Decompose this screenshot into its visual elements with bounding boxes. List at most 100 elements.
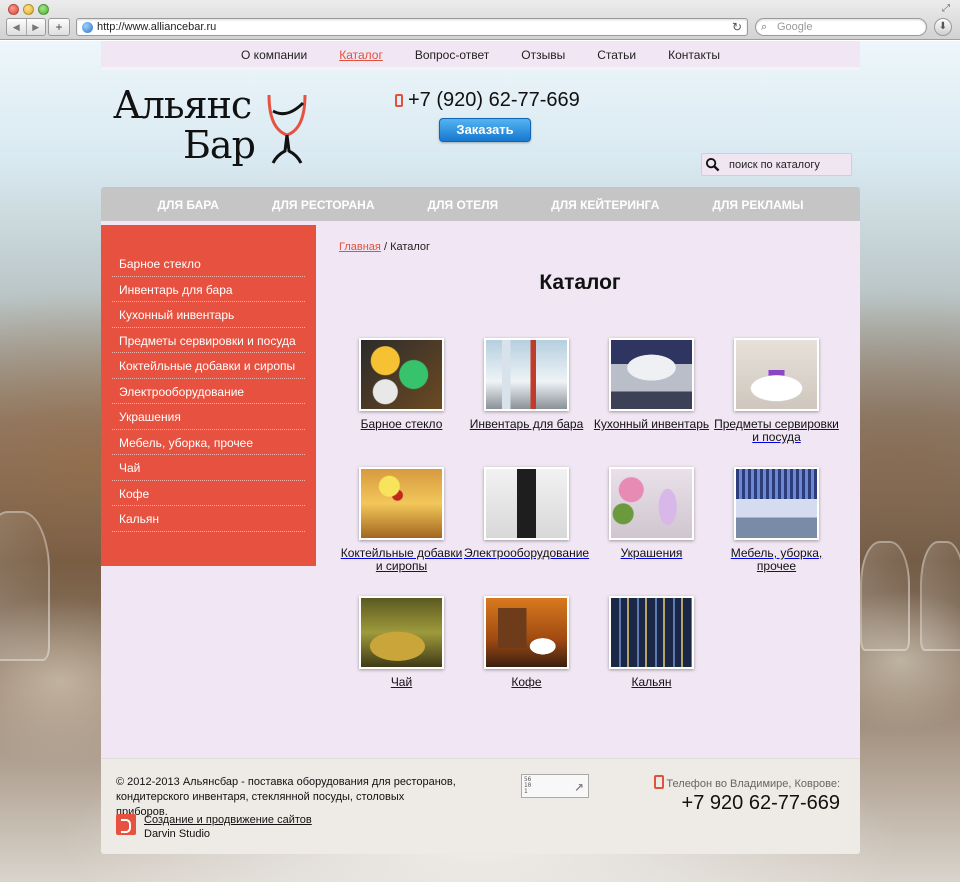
page-viewport: О компании Каталог Вопрос-ответ Отзывы С…	[0, 41, 960, 882]
catalog-tile[interactable]: Кухонный инвентарь	[589, 338, 714, 431]
breadcrumb: Главная / Каталог	[339, 241, 430, 253]
category-catering-item[interactable]: ДЛЯ КЕЙТЕРИНГА	[551, 187, 659, 221]
sidebar-item-coffee[interactable]: Кофе	[112, 481, 305, 506]
catalog-tile-caption: Чай	[390, 675, 413, 689]
decor-photo[interactable]	[609, 467, 694, 540]
search-icon[interactable]	[705, 157, 720, 172]
category-ads-item[interactable]: ДЛЯ РЕКЛАМЫ	[712, 187, 803, 221]
topnav-faq[interactable]: Вопрос-ответ	[399, 41, 505, 67]
logo-text-line2: Бар	[183, 123, 256, 167]
background-glass	[920, 541, 960, 651]
url-text[interactable]: http://www.alliancebar.ru	[97, 21, 216, 33]
header-phone-number[interactable]: +7 (920) 62-77-669	[408, 89, 580, 112]
darvin-studio-logo-icon[interactable]	[116, 814, 136, 835]
bar-tools-photo[interactable]	[484, 338, 569, 411]
cookware-photo[interactable]	[609, 338, 694, 411]
sidebar-menu: Барное стекло Инвентарь для бара Кухонны…	[101, 225, 316, 566]
browser-search-field[interactable]: ⌕ Google	[755, 18, 927, 36]
topnav-catalog[interactable]: Каталог	[323, 41, 399, 67]
catalog-tile-caption: Украшения	[620, 546, 683, 560]
furniture-photo[interactable]	[734, 467, 819, 540]
catalog-tile[interactable]: Мебель, уборка, прочее	[714, 467, 839, 573]
catalog-tile[interactable]: Украшения	[589, 467, 714, 560]
catalog-tile-caption: Электрооборудование	[464, 546, 590, 560]
sidebar-item-electrical[interactable]: Электрооборудование	[112, 379, 305, 404]
close-window-icon[interactable]	[8, 4, 19, 15]
forward-icon[interactable]: ▶	[27, 19, 46, 35]
hookah-photo[interactable]	[609, 596, 694, 669]
background-glass	[0, 511, 50, 661]
background-glass	[860, 541, 910, 651]
category-bar: ДЛЯ БАРА ДЛЯ РЕСТОРАНА ДЛЯ ОТЕЛЯ ДЛЯ КЕЙ…	[101, 187, 860, 221]
sidebar-item-furniture[interactable]: Мебель, уборка, прочее	[112, 430, 305, 455]
fullscreen-icon[interactable]: ⤢	[940, 3, 952, 15]
catalog-tile[interactable]: Кальян	[589, 596, 714, 689]
search-icon: ⌕	[761, 21, 768, 33]
catalog-main: Главная / Каталог Каталог Барное стекло …	[316, 221, 860, 758]
catalog-tile[interactable]: Электрооборудование	[464, 467, 589, 560]
category-bar-item[interactable]: ДЛЯ БАРА	[158, 187, 219, 221]
breadcrumb-current: Каталог	[390, 241, 431, 253]
browser-toolbar: ⤢ ◀ ▶ + http://www.alliancebar.ru ↻ ⌕ Go…	[0, 0, 960, 40]
breadcrumb-separator: /	[383, 241, 387, 253]
catalog-tile[interactable]: Предметы сервировки и посуда	[714, 338, 839, 444]
catalog-search[interactable]: поиск по каталогу	[701, 153, 852, 176]
topnav-reviews[interactable]: Отзывы	[505, 41, 581, 67]
arrow-icon: ↗	[574, 776, 584, 795]
catalog-tile[interactable]: Чай	[339, 596, 464, 689]
catalog-tile-caption: Кальян	[631, 675, 672, 689]
catalog-tile[interactable]: Барное стекло	[339, 338, 464, 431]
new-tab-button[interactable]: +	[48, 18, 70, 36]
sidebar-item-tea[interactable]: Чай	[112, 455, 305, 481]
catalog-tile-caption: Барное стекло	[360, 417, 443, 431]
blender-photo[interactable]	[484, 467, 569, 540]
footer-phone-number[interactable]: +7 920 62-77-669	[654, 792, 840, 815]
catalog-tile-caption: Коктейльные добавки и сиропы	[340, 546, 463, 573]
order-button[interactable]: Заказать	[439, 118, 531, 142]
catalog-tile-caption: Мебель, уборка, прочее	[730, 546, 823, 573]
visit-counter-text: 56 10 1	[524, 776, 532, 795]
page-title: Каталог	[539, 271, 621, 294]
topnav-articles[interactable]: Статьи	[581, 41, 652, 67]
sidebar-item-bar-glass[interactable]: Барное стекло	[112, 251, 305, 277]
tea-photo[interactable]	[359, 596, 444, 669]
reload-icon[interactable]: ↻	[732, 20, 742, 34]
globe-icon	[82, 22, 93, 33]
back-icon[interactable]: ◀	[7, 19, 27, 35]
catalog-tile[interactable]: Коктейльные добавки и сиропы	[339, 467, 464, 573]
studio-name: Darvin Studio	[144, 828, 211, 840]
browser-search-placeholder: Google	[777, 21, 813, 33]
content-area: Барное стекло Инвентарь для бара Кухонны…	[101, 221, 860, 758]
sidebar-item-kitchen[interactable]: Кухонный инвентарь	[112, 302, 305, 328]
coffee-photo[interactable]	[484, 596, 569, 669]
catalog-tile[interactable]: Кофе	[464, 596, 589, 689]
site-header: Альянс Бар +7 (920) 62-77-669 Заказать п	[101, 73, 860, 186]
sidebar-item-syrups[interactable]: Коктейльные добавки и сиропы	[112, 353, 305, 379]
minimize-window-icon[interactable]	[23, 4, 34, 15]
back-forward-buttons: ◀ ▶	[6, 18, 46, 36]
sidebar-item-hookah[interactable]: Кальян	[112, 506, 305, 532]
category-restaurant-item[interactable]: ДЛЯ РЕСТОРАНА	[272, 187, 375, 221]
catalog-tile-caption: Кухонный инвентарь	[593, 417, 710, 431]
topnav-about[interactable]: О компании	[225, 41, 323, 67]
visit-counter-widget[interactable]: 56 10 1 ↗	[521, 774, 589, 798]
breadcrumb-home[interactable]: Главная	[339, 241, 381, 253]
topnav-contacts[interactable]: Контакты	[652, 41, 736, 67]
site-logo[interactable]: Альянс Бар	[113, 83, 313, 169]
catalog-tile[interactable]: Инвентарь для бара	[464, 338, 589, 431]
catalog-tile-caption: Кофе	[511, 675, 542, 689]
category-hotel-item[interactable]: ДЛЯ ОТЕЛЯ	[428, 187, 499, 221]
studio-link[interactable]: Создание и продвижение сайтов	[144, 814, 312, 826]
site-container: О компании Каталог Вопрос-ответ Отзывы С…	[101, 41, 860, 854]
zoom-window-icon[interactable]	[38, 4, 49, 15]
sidebar-item-tableware[interactable]: Предметы сервировки и посуда	[112, 328, 305, 353]
downloads-icon[interactable]: ⬇	[934, 18, 952, 36]
sidebar-item-bar-tools[interactable]: Инвентарь для бара	[112, 277, 305, 302]
sidebar-item-decor[interactable]: Украшения	[112, 404, 305, 430]
footer-phone: Телефон во Владимире, Коврове: +7 920 62…	[654, 775, 840, 815]
address-bar[interactable]: http://www.alliancebar.ru ↻	[76, 18, 748, 36]
cocktail-photo[interactable]	[359, 467, 444, 540]
tableware-photo[interactable]	[734, 338, 819, 411]
footer-phone-label: Телефон во Владимире, Коврове:	[654, 775, 840, 790]
cocktail-glasses-photo[interactable]	[359, 338, 444, 411]
